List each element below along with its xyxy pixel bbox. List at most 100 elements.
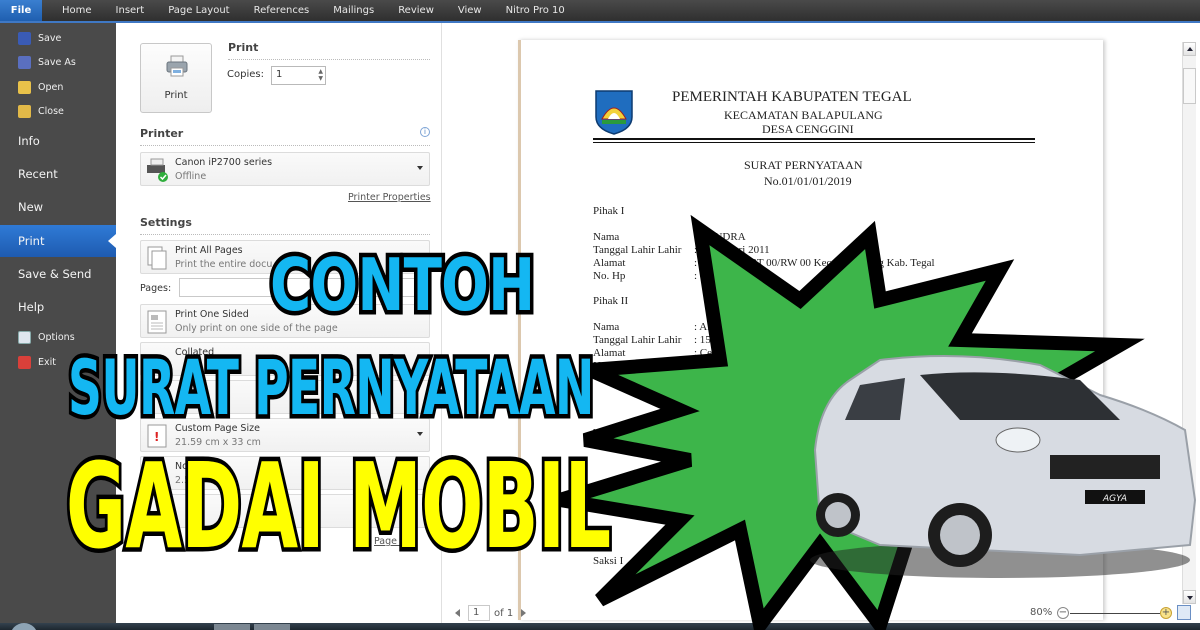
scroll-thumb[interactable]	[1183, 68, 1196, 104]
print-heading: Print	[228, 41, 259, 54]
print-button[interactable]: Print	[140, 43, 212, 113]
nav-open[interactable]: Open	[18, 78, 63, 96]
printer-properties-link[interactable]: Printer Properties	[348, 192, 431, 203]
warning-page-icon: !	[147, 424, 167, 448]
print-settings-panel: Print Print Copies: 1 ▲ ▼ Printer i Canon…	[116, 23, 442, 623]
nav-close[interactable]: Close	[18, 102, 64, 120]
field-label: Tanggal Lahir Lahir	[593, 244, 682, 256]
nav-exit[interactable]: Exit	[18, 353, 56, 371]
pages-label: Pages:	[140, 283, 172, 294]
page-setup-link[interactable]: Page Se	[374, 536, 412, 547]
divider	[140, 234, 430, 235]
next-page-icon[interactable]	[521, 609, 527, 617]
settings-heading: Settings	[140, 216, 192, 229]
print-button-label: Print	[164, 90, 188, 101]
nav-save[interactable]: Save	[18, 29, 61, 47]
tab-mailings[interactable]: Mailings	[321, 0, 386, 21]
zoom-to-page-icon[interactable]	[1177, 605, 1191, 620]
field-value: : 08386166xxx	[694, 270, 761, 282]
setting-title: Custom Page Size	[175, 423, 260, 434]
taskbar-button[interactable]	[214, 624, 250, 630]
pages-per-sheet-dropdown[interactable]	[140, 494, 430, 528]
nav-recent[interactable]: Recent	[0, 158, 116, 190]
pihak2-heading: Pihak II	[593, 295, 629, 307]
tab-insert[interactable]: Insert	[104, 0, 157, 21]
tab-home[interactable]: Home	[50, 0, 104, 21]
info-icon[interactable]: i	[420, 127, 430, 137]
nav-options[interactable]: Options	[18, 328, 75, 346]
chevron-down-icon	[417, 432, 423, 436]
zoom-in-icon[interactable]: +	[1160, 607, 1172, 619]
chevron-down-icon	[417, 166, 423, 170]
tab-file[interactable]: File	[0, 0, 42, 21]
margins-dropdown[interactable]: Normal 2.5	[140, 456, 430, 490]
printer-status-icon	[147, 158, 168, 182]
field-label: Tanggal Lahir Lahir	[593, 334, 682, 346]
one-sided-icon	[147, 310, 167, 334]
setting-title: Print One Sided	[175, 309, 249, 320]
divider	[140, 145, 430, 146]
scroll-up-button[interactable]	[1183, 42, 1196, 56]
taskbar-button[interactable]	[254, 624, 290, 630]
doc-header-line2: KECAMATAN BALAPULANG	[724, 108, 883, 122]
nav-help[interactable]: Help	[0, 291, 116, 323]
nav-save-send[interactable]: Save & Send	[0, 258, 116, 290]
field-label: Nama	[593, 321, 620, 333]
sides-dropdown[interactable]: Print One Sided Only print on one side o…	[140, 304, 430, 338]
field-value: : 085566xxx	[694, 360, 750, 372]
tab-nitro-pro[interactable]: Nitro Pro 10	[494, 0, 577, 21]
pages-input[interactable]	[179, 278, 429, 297]
field-label: Alamat	[593, 347, 626, 359]
field-value: : 15 Januari 2009	[694, 334, 771, 346]
copies-spinner[interactable]: ▲ ▼	[318, 68, 323, 82]
copies-label: Copies:	[227, 69, 264, 80]
copies-input[interactable]: 1 ▲ ▼	[271, 66, 326, 85]
setting-subtitle: Print the entire docu	[175, 259, 273, 270]
nav-info[interactable]: Info	[0, 125, 116, 157]
printer-dropdown[interactable]: Canon iP2700 series Offline	[140, 152, 430, 186]
saksi-label: Saksi I	[593, 555, 624, 567]
page-total: of 1	[494, 607, 514, 619]
copies-value: 1	[276, 69, 283, 80]
nav-label: Open	[38, 81, 64, 93]
doc-rule-thick	[593, 138, 1035, 140]
start-button[interactable]	[10, 623, 38, 630]
tab-page-layout[interactable]: Page Layout	[156, 0, 241, 21]
setting-title: Collated	[175, 347, 215, 358]
nav-label: Close	[38, 105, 64, 117]
field-label: Nama	[593, 231, 620, 243]
printer-heading: Printer	[140, 127, 184, 140]
preview-scrollbar[interactable]	[1182, 42, 1196, 604]
tab-review[interactable]: Review	[386, 0, 446, 21]
nav-save-as[interactable]: Save As	[18, 53, 76, 71]
scroll-down-button[interactable]	[1183, 590, 1196, 604]
exit-icon	[18, 355, 31, 369]
collation-dropdown[interactable]: Collated	[140, 342, 430, 376]
save-icon	[18, 31, 31, 45]
print-range-dropdown[interactable]: Print All Pages Print the entire docu	[140, 240, 430, 274]
nav-new[interactable]: New	[0, 191, 116, 223]
close-folder-icon	[18, 104, 31, 118]
setting-title: Print All Pages	[175, 245, 243, 256]
doc-number: No.01/01/01/2019	[764, 174, 852, 188]
windows-taskbar	[0, 623, 1200, 630]
zoom-out-icon[interactable]: −	[1057, 607, 1069, 619]
zoom-slider[interactable]	[1070, 613, 1160, 614]
field-label: Alamat	[593, 257, 626, 269]
tab-references[interactable]: References	[242, 0, 322, 21]
orientation-dropdown[interactable]	[140, 380, 430, 414]
tab-view[interactable]: View	[446, 0, 494, 21]
svg-text:!: !	[154, 430, 159, 444]
previous-page-icon[interactable]	[455, 609, 460, 617]
nav-print[interactable]: Print	[0, 225, 116, 257]
field-value: : Cenggini RT 00/RW 00 Kec. Balapulang K…	[694, 347, 931, 359]
page-number-input[interactable]: 1	[468, 605, 490, 621]
page-navigator: 1 of 1	[455, 605, 527, 621]
nav-label: Options	[38, 331, 75, 343]
pages-icon	[147, 246, 167, 270]
paper-size-dropdown[interactable]: ! Custom Page Size 21.59 cm x 33 cm	[140, 418, 430, 452]
doc-rule-thin	[593, 142, 1035, 143]
field-value: : HENDRA	[694, 231, 746, 243]
body-text: Pihak I telah mengga	[722, 399, 816, 411]
doc-header-line3: DESA CENGGINI	[762, 122, 854, 136]
